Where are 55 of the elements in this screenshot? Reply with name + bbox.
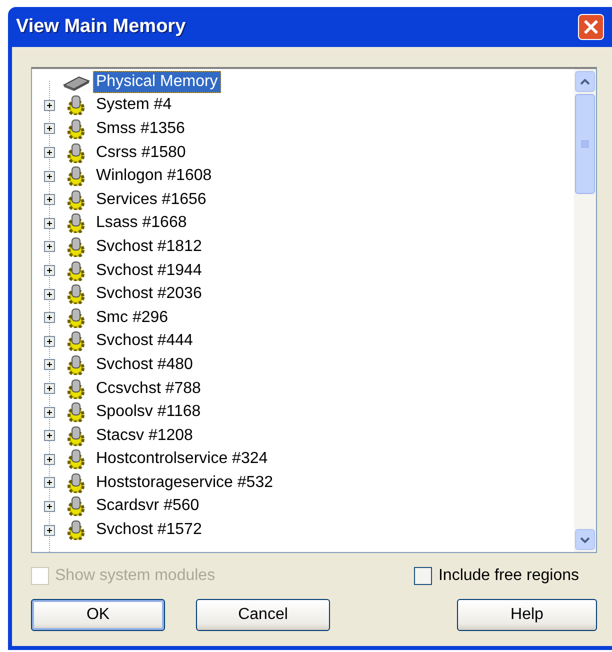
tree-item[interactable]: Ccsvchst #788 bbox=[93, 378, 204, 400]
expand-icon[interactable] bbox=[44, 147, 55, 158]
expand-icon[interactable] bbox=[44, 123, 55, 134]
expand-icon[interactable] bbox=[44, 383, 55, 394]
expand-icon[interactable] bbox=[44, 241, 55, 252]
tree-item[interactable]: Services #1656 bbox=[93, 188, 210, 211]
expand-icon[interactable] bbox=[44, 194, 55, 206]
expand-icon[interactable] bbox=[44, 430, 55, 442]
grip-icon bbox=[581, 140, 589, 148]
tree-item[interactable]: Svchost #1572 bbox=[93, 519, 205, 542]
expand-icon[interactable] bbox=[44, 170, 55, 182]
tree-item[interactable]: System #4 bbox=[93, 94, 175, 116]
scroll-up-button[interactable] bbox=[575, 71, 595, 92]
dialog-button[interactable]: OK bbox=[31, 599, 165, 631]
expand-icon[interactable] bbox=[44, 454, 55, 465]
tree-item[interactable]: Svchost #1812 bbox=[93, 236, 205, 258]
expand-icon[interactable] bbox=[44, 218, 55, 229]
checkbox-label: Include free regions bbox=[438, 567, 579, 585]
expand-icon[interactable] bbox=[44, 524, 55, 536]
scroll-thumb[interactable] bbox=[575, 94, 595, 194]
tree-item[interactable]: Svchost #1944 bbox=[93, 260, 205, 282]
expand-icon[interactable] bbox=[44, 359, 55, 370]
tree-item[interactable]: Winlogon #1608 bbox=[93, 165, 215, 188]
tree-item[interactable]: Svchost #2036 bbox=[93, 283, 205, 306]
scrollbar[interactable] bbox=[574, 69, 596, 552]
expand-icon[interactable] bbox=[44, 312, 55, 324]
tree-item[interactable]: Physical Memory bbox=[93, 70, 221, 93]
dialog-button[interactable]: Help bbox=[457, 599, 597, 631]
expand-icon[interactable] bbox=[44, 100, 55, 111]
checkbox-label: Show system modules bbox=[55, 567, 216, 585]
chevron-up-icon bbox=[580, 78, 590, 84]
close-icon bbox=[582, 18, 600, 36]
close-button[interactable] bbox=[578, 14, 604, 40]
expand-icon[interactable] bbox=[44, 288, 55, 300]
tree-item[interactable]: Hoststorageservice #532 bbox=[93, 472, 276, 494]
tree-item[interactable]: Csrss #1580 bbox=[93, 142, 189, 164]
tree-item[interactable]: Scardsvr #560 bbox=[93, 495, 202, 518]
chevron-down-icon bbox=[580, 536, 590, 542]
expand-icon[interactable] bbox=[44, 477, 55, 488]
tree-item[interactable]: Smc #296 bbox=[93, 306, 172, 329]
window-title: View Main Memory bbox=[16, 16, 187, 38]
expand-icon[interactable] bbox=[44, 265, 55, 276]
tree-item[interactable]: Smss #1356 bbox=[93, 118, 188, 140]
tree-item[interactable]: Svchost #444 bbox=[93, 330, 196, 352]
tree-item[interactable]: Stacsv #1208 bbox=[93, 424, 196, 447]
expand-icon[interactable] bbox=[44, 336, 55, 347]
tree-item[interactable]: Svchost #480 bbox=[93, 354, 196, 376]
dialog-button[interactable]: Cancel bbox=[196, 599, 330, 631]
expand-icon[interactable] bbox=[44, 500, 55, 512]
expand-icon[interactable] bbox=[44, 406, 55, 418]
tree-item[interactable]: Hostcontrolservice #324 bbox=[93, 448, 271, 470]
checkbox[interactable] bbox=[414, 567, 432, 585]
tree-item[interactable]: Lsass #1668 bbox=[93, 212, 190, 234]
scroll-down-button[interactable] bbox=[575, 529, 595, 550]
tree-item[interactable]: Spoolsv #1168 bbox=[93, 401, 204, 424]
